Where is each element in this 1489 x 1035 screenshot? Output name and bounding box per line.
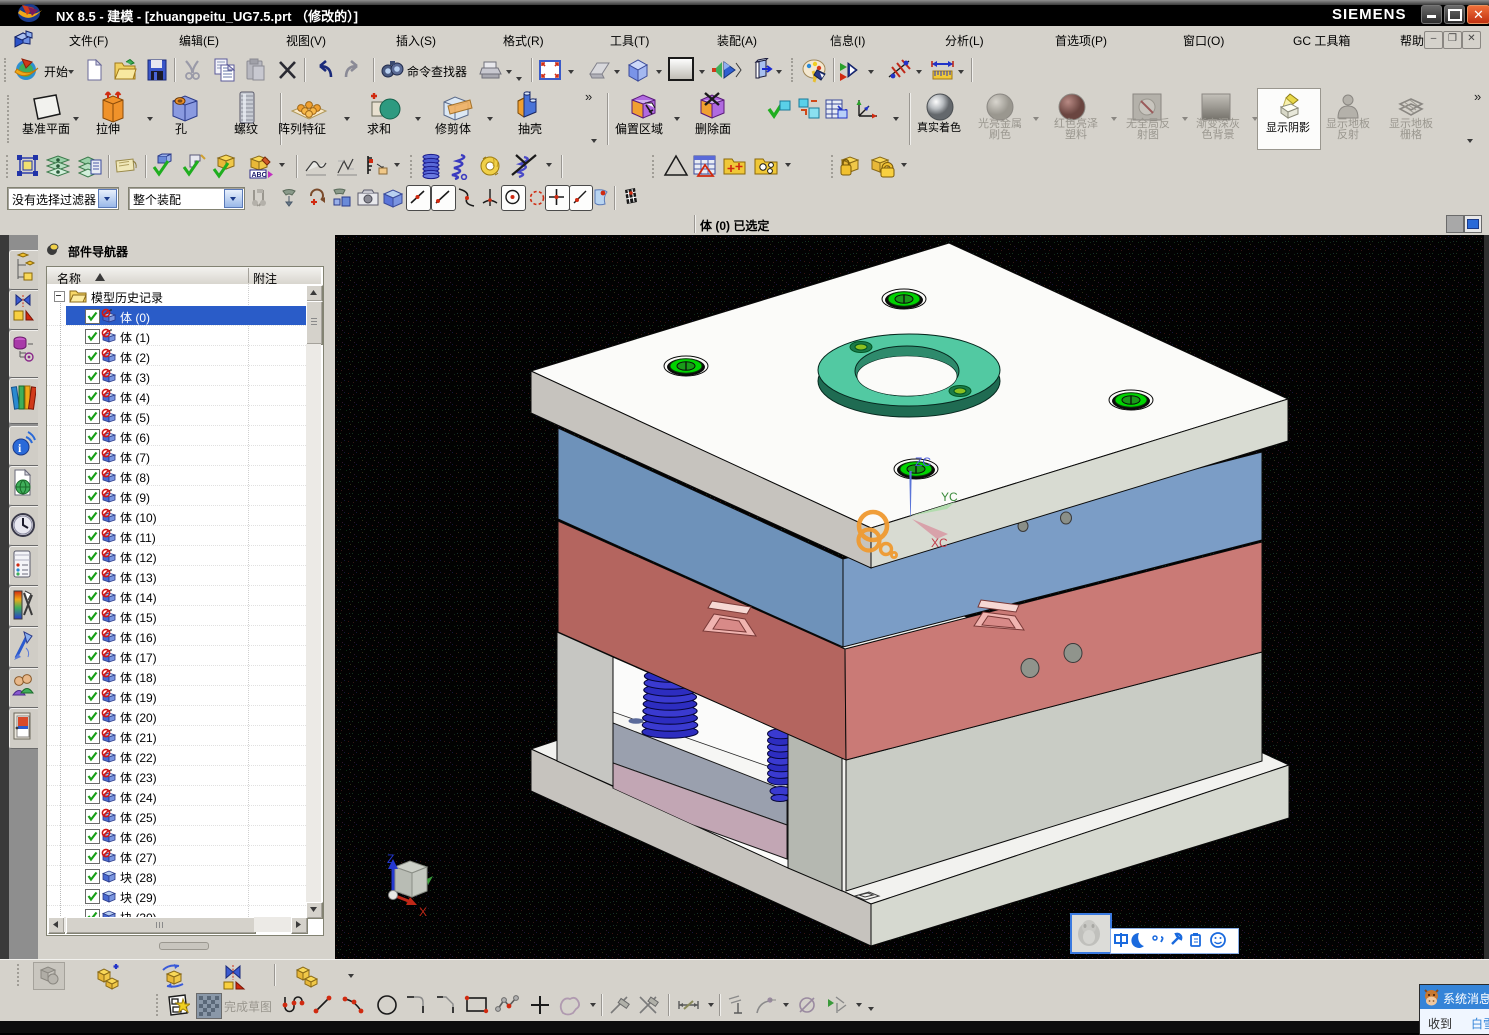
svg-text:ABC: ABC [252,172,267,179]
svg-text:Z: Z [387,852,394,866]
svg-text:ZC: ZC [915,455,931,469]
svg-text:YC: YC [941,490,958,504]
svg-text:X: X [419,905,427,919]
svg-text:XC: XC [931,536,948,550]
